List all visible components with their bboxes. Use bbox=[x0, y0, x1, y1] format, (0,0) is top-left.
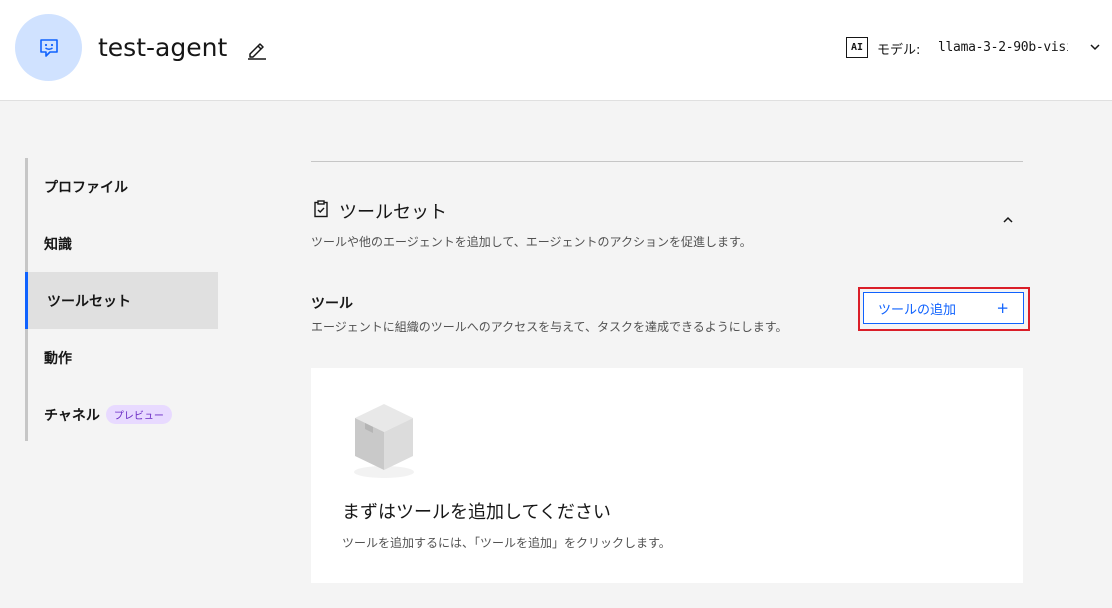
clipboard-check-icon bbox=[314, 200, 328, 218]
sidebar-item-knowledge[interactable]: 知識 bbox=[28, 215, 218, 272]
section-divider bbox=[311, 161, 1023, 162]
chevron-up-icon bbox=[1003, 216, 1013, 223]
model-label: モデル: bbox=[877, 43, 921, 58]
toolset-description: ツールや他のエージェントを追加して、エージェントのアクションを促進します。 bbox=[311, 235, 752, 249]
sidebar-item-label: 動作 bbox=[44, 350, 72, 367]
preview-tag: プレビュー bbox=[105, 405, 172, 424]
box-icon bbox=[354, 404, 414, 478]
sidebar-item-label: 知識 bbox=[44, 236, 72, 253]
sidebar-item-label: プロファイル bbox=[44, 179, 128, 196]
sidebar-item-profile[interactable]: プロファイル bbox=[28, 158, 218, 215]
plus-icon: + bbox=[996, 299, 1009, 317]
collapse-button[interactable] bbox=[996, 210, 1020, 230]
page-header: test-agent AI モデル: llama-3-2-90b-visi... bbox=[0, 0, 1112, 101]
sidebar-item-label: ツールセット bbox=[47, 293, 131, 310]
chat-bot-icon bbox=[39, 38, 58, 57]
add-tool-label: ツールの追加 bbox=[878, 302, 957, 318]
agent-name: test-agent bbox=[98, 33, 228, 62]
pencil-icon bbox=[248, 43, 266, 60]
model-value: llama-3-2-90b-visi... bbox=[938, 39, 1068, 55]
toolset-title: ツールセット bbox=[339, 202, 447, 223]
sidebar-item-channels[interactable]: チャネル プレビュー bbox=[28, 386, 218, 443]
tools-title: ツール bbox=[311, 296, 353, 312]
tools-description: エージェントに組織のツールへのアクセスを与えて、タスクを達成できるようにします。 bbox=[311, 320, 788, 334]
empty-state-description: ツールを追加するには、「ツールを追加」をクリックします。 bbox=[342, 536, 671, 550]
sidebar-item-behavior[interactable]: 動作 bbox=[28, 329, 218, 386]
chevron-down-icon bbox=[1090, 44, 1100, 51]
model-dropdown[interactable]: llama-3-2-90b-visi... bbox=[938, 32, 1102, 62]
sidebar-item-toolset[interactable]: ツールセット bbox=[25, 272, 218, 329]
empty-state-card: まずはツールを追加してください ツールを追加するには、「ツールを追加」をクリック… bbox=[311, 368, 1023, 583]
sidebar-item-label: チャネル bbox=[44, 407, 100, 424]
agent-avatar bbox=[15, 14, 82, 81]
edit-name-button[interactable] bbox=[244, 36, 270, 62]
sidebar-nav: プロファイル 知識 ツールセット 動作 チャネル プレビュー bbox=[25, 158, 218, 443]
add-tool-button[interactable]: ツールの追加 + bbox=[863, 292, 1024, 324]
empty-state-title: まずはツールを追加してください bbox=[342, 502, 611, 523]
ai-icon: AI bbox=[846, 37, 868, 58]
